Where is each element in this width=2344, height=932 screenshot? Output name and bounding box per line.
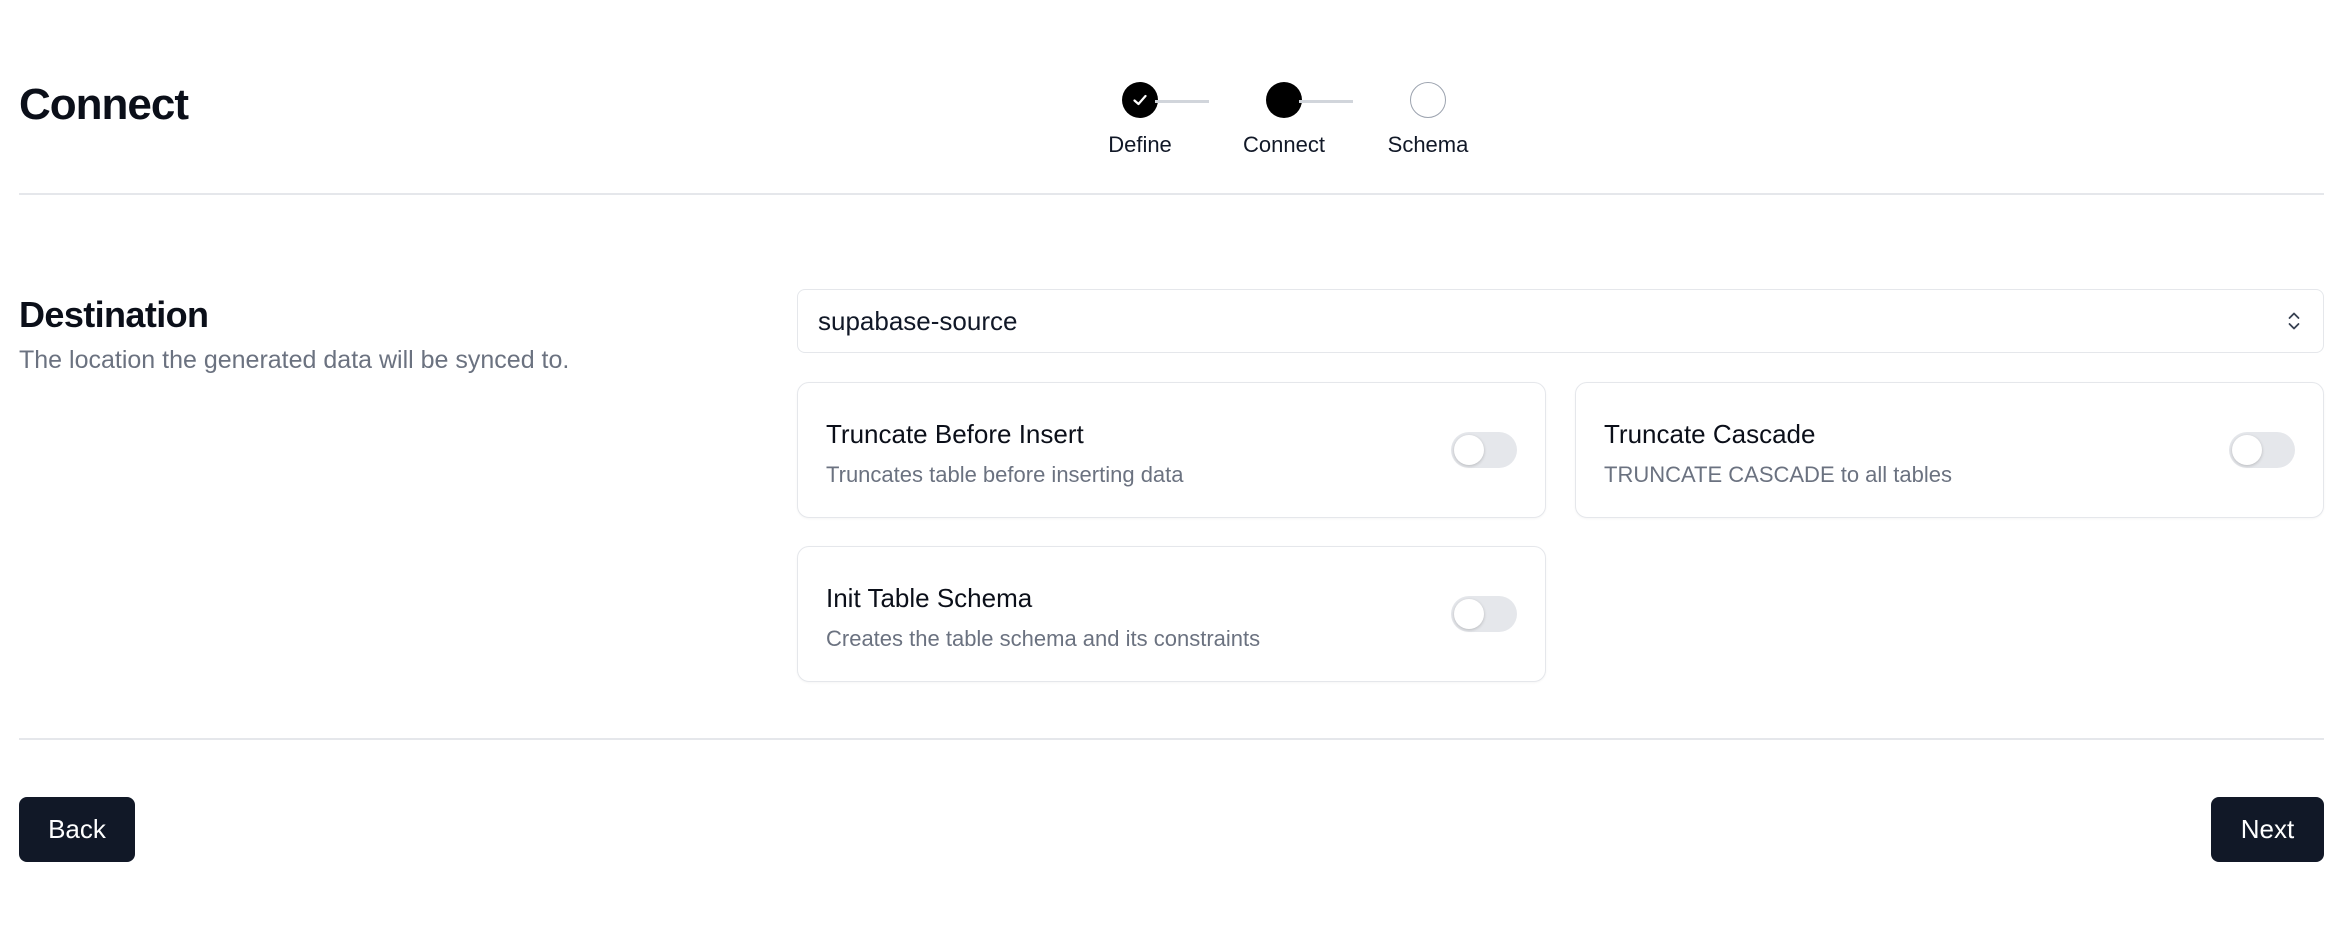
- step-define-label: Define: [1108, 132, 1172, 157]
- step-connector: [1299, 100, 1353, 103]
- chevron-up-down-icon: [2288, 312, 2300, 330]
- header-divider: [19, 193, 2324, 195]
- step-connect-label: Connect: [1243, 132, 1325, 157]
- option-title: Init Table Schema: [826, 583, 1033, 613]
- step-schema-circle: [1410, 82, 1446, 118]
- step-schema[interactable]: Schema: [1358, 82, 1498, 158]
- truncate-before-insert-toggle[interactable]: [1451, 432, 1517, 468]
- destination-description: The location the generated data will be …: [19, 346, 570, 374]
- step-define[interactable]: Define: [1070, 82, 1210, 158]
- back-button[interactable]: Back: [19, 797, 135, 862]
- toggle-knob: [2232, 435, 2262, 465]
- option-card-truncate-cascade: Truncate Cascade TRUNCATE CASCADE to all…: [1575, 382, 2324, 518]
- toggle-knob: [1454, 599, 1484, 629]
- check-icon: [1133, 94, 1147, 106]
- option-description: Truncates table before inserting data: [826, 462, 1184, 487]
- init-table-schema-toggle[interactable]: [1451, 596, 1517, 632]
- step-connect[interactable]: Connect: [1214, 82, 1354, 158]
- destination-select-value: supabase-source: [818, 305, 1018, 336]
- truncate-cascade-toggle[interactable]: [2229, 432, 2295, 468]
- footer-divider: [19, 738, 2324, 740]
- destination-title: Destination: [19, 294, 209, 335]
- step-schema-label: Schema: [1387, 132, 1469, 157]
- step-connector: [1155, 100, 1209, 103]
- page-title: Connect: [19, 80, 189, 129]
- next-button[interactable]: Next: [2211, 797, 2324, 862]
- option-title: Truncate Cascade: [1604, 419, 1816, 449]
- option-title: Truncate Before Insert: [826, 419, 1084, 449]
- option-card-truncate-before-insert: Truncate Before Insert Truncates table b…: [797, 382, 1546, 518]
- step-connect-circle: [1266, 82, 1302, 118]
- destination-select[interactable]: supabase-source: [797, 289, 2324, 353]
- stepper: Define Connect Schema: [1070, 82, 1468, 172]
- option-description: Creates the table schema and its constra…: [826, 626, 1261, 651]
- toggle-knob: [1454, 435, 1484, 465]
- option-description: TRUNCATE CASCADE to all tables: [1604, 462, 1953, 487]
- step-define-circle: [1122, 82, 1158, 118]
- option-card-init-table-schema: Init Table Schema Creates the table sche…: [797, 546, 1546, 682]
